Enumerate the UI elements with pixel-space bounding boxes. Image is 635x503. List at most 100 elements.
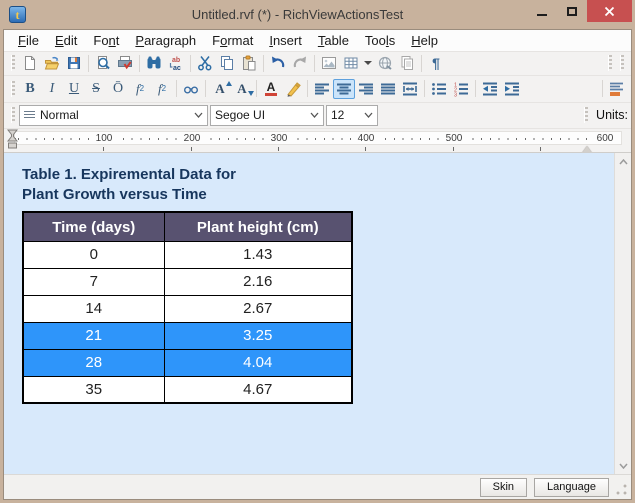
- bold-button[interactable]: B: [19, 79, 41, 99]
- italic-button[interactable]: I: [41, 79, 63, 99]
- show-formatting-marks-button[interactable]: ¶: [425, 53, 447, 73]
- document-canvas[interactable]: Table 1. Expiremental Data for Plant Gro…: [4, 153, 614, 474]
- character-spacing-button[interactable]: [180, 79, 202, 99]
- cell-time[interactable]: 14: [23, 295, 164, 322]
- hyperlink-button[interactable]: [374, 53, 396, 73]
- undo-button[interactable]: [267, 53, 289, 73]
- cell-time[interactable]: 7: [23, 268, 164, 295]
- cell-height[interactable]: 2.16: [164, 268, 352, 295]
- toolbar-grip[interactable]: [11, 55, 15, 71]
- chevron-up-icon: [619, 159, 628, 165]
- distribute-button[interactable]: [399, 79, 421, 99]
- menu-file[interactable]: File: [10, 31, 47, 50]
- cell-time[interactable]: 28: [23, 349, 164, 376]
- insert-document-button[interactable]: [396, 53, 418, 73]
- insert-table-dropdown[interactable]: [362, 53, 374, 73]
- right-indent-marker[interactable]: [582, 146, 592, 153]
- cell-time[interactable]: 21: [23, 322, 164, 349]
- font-color-button[interactable]: A: [260, 79, 282, 99]
- open-folder-icon: [44, 55, 60, 71]
- separator: [190, 55, 191, 72]
- minimize-button[interactable]: [527, 0, 557, 22]
- grow-font-button[interactable]: A: [209, 79, 231, 99]
- header-cell-height[interactable]: Plant height (cm): [164, 212, 352, 241]
- replace-button[interactable]: abac: [165, 53, 187, 73]
- toolbar-grip[interactable]: [11, 107, 15, 123]
- justify-icon: [380, 81, 396, 97]
- subscript-button[interactable]: f2: [129, 79, 151, 99]
- font-size-combo[interactable]: 12: [326, 105, 378, 126]
- menu-help[interactable]: Help: [403, 31, 446, 50]
- paragraph-color-button[interactable]: [606, 79, 628, 99]
- font-name-combo[interactable]: Segoe UI: [210, 105, 324, 126]
- new-document-button[interactable]: [19, 53, 41, 73]
- underline-button[interactable]: U: [63, 79, 85, 99]
- table-caption-line2: Plant Growth versus Time: [22, 185, 614, 205]
- cell-height[interactable]: 3.25: [164, 322, 352, 349]
- open-button[interactable]: [41, 53, 63, 73]
- menu-paragraph[interactable]: Paragraph: [127, 31, 204, 50]
- insert-picture-button[interactable]: [318, 53, 340, 73]
- align-center-button[interactable]: [333, 79, 355, 99]
- menu-format[interactable]: Format: [204, 31, 261, 50]
- print-preview-button[interactable]: [92, 53, 114, 73]
- scroll-up-button[interactable]: [615, 153, 631, 170]
- maximize-button[interactable]: [557, 0, 587, 22]
- save-button[interactable]: [63, 53, 85, 73]
- left-indent-marker[interactable]: [7, 129, 18, 150]
- menu-table[interactable]: Table: [310, 31, 357, 50]
- ruler-band[interactable]: 100 200 300 400 500 600: [14, 131, 622, 145]
- toolbar-grip[interactable]: [584, 107, 588, 123]
- separator: [205, 80, 206, 97]
- language-button[interactable]: Language: [534, 478, 609, 497]
- cell-time[interactable]: 0: [23, 241, 164, 268]
- paragraph-style-combo[interactable]: Normal: [19, 105, 208, 126]
- paste-icon: [241, 55, 257, 71]
- numbering-button[interactable]: 123: [450, 79, 472, 99]
- header-cell-time[interactable]: Time (days): [23, 212, 164, 241]
- insert-table-button[interactable]: [340, 53, 362, 73]
- print-button[interactable]: [114, 53, 136, 73]
- toolbar-grip[interactable]: [11, 81, 15, 97]
- cell-height[interactable]: 4.04: [164, 349, 352, 376]
- paste-button[interactable]: [238, 53, 260, 73]
- scroll-down-button[interactable]: [615, 457, 631, 474]
- cell-time[interactable]: 35: [23, 376, 164, 403]
- horizontal-ruler: 100 200 300 400 500 600: [4, 129, 631, 154]
- highlight-button[interactable]: [282, 79, 304, 99]
- svg-text:3: 3: [454, 92, 457, 97]
- resize-grip[interactable]: [616, 484, 627, 495]
- align-right-button[interactable]: [355, 79, 377, 99]
- align-left-button[interactable]: [311, 79, 333, 99]
- menu-tools[interactable]: Tools: [357, 31, 403, 50]
- vertical-scrollbar[interactable]: [614, 153, 631, 474]
- glasses-icon: [183, 81, 199, 97]
- skin-button[interactable]: Skin: [480, 478, 527, 497]
- find-button[interactable]: [143, 53, 165, 73]
- cell-height[interactable]: 4.67: [164, 376, 352, 403]
- cell-height[interactable]: 1.43: [164, 241, 352, 268]
- justify-button[interactable]: [377, 79, 399, 99]
- shrink-font-button[interactable]: A: [231, 79, 253, 99]
- title-bar[interactable]: t Untitled.rvf (*) - RichViewActionsTest: [3, 0, 632, 29]
- copy-button[interactable]: [216, 53, 238, 73]
- menu-font[interactable]: Font: [85, 31, 127, 50]
- close-button[interactable]: [587, 0, 632, 22]
- svg-text:ab: ab: [172, 57, 180, 64]
- increase-indent-button[interactable]: [501, 79, 523, 99]
- style-toolbar: Normal Segoe UI 12 Units:: [4, 103, 631, 129]
- align-left-icon: [314, 81, 330, 97]
- bullets-button[interactable]: [428, 79, 450, 99]
- decrease-indent-button[interactable]: [479, 79, 501, 99]
- overline-button[interactable]: Ō: [107, 79, 129, 99]
- superscript-button[interactable]: f2: [151, 79, 173, 99]
- toolbar-grip[interactable]: [608, 55, 612, 71]
- cut-button[interactable]: [194, 53, 216, 73]
- cell-height[interactable]: 2.67: [164, 295, 352, 322]
- strikethrough-button[interactable]: S: [85, 79, 107, 99]
- toolbar-grip[interactable]: [620, 55, 624, 71]
- menu-insert[interactable]: Insert: [261, 31, 310, 50]
- redo-button[interactable]: [289, 53, 311, 73]
- separator: [139, 55, 140, 72]
- menu-edit[interactable]: Edit: [47, 31, 85, 50]
